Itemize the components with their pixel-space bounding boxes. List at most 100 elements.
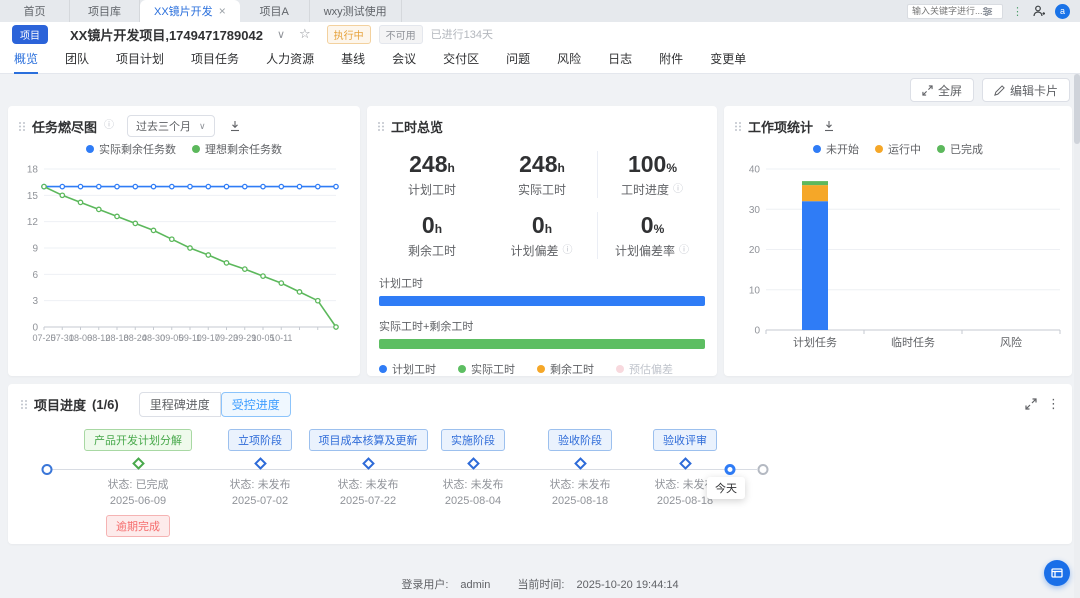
legend-label: 未开始 — [826, 144, 859, 156]
close-icon[interactable]: × — [219, 4, 226, 18]
toggle-controlled-progress[interactable]: 受控进度 — [220, 391, 291, 417]
chevron-down-icon[interactable]: ∨ — [277, 28, 285, 41]
stat-unit: h — [557, 161, 565, 175]
drag-handle-icon[interactable] — [18, 121, 26, 132]
floating-panel-button[interactable] — [1044, 560, 1070, 586]
milestone-name-badge[interactable]: 立项阶段 — [228, 429, 292, 451]
work-hours-title: 工时总览 — [391, 119, 444, 135]
tab-risks[interactable]: 风险 — [557, 46, 581, 74]
range-select[interactable]: 过去三个月 ∨ — [127, 115, 215, 137]
drag-handle-icon[interactable] — [734, 121, 742, 132]
milestone-status: 已完成 — [135, 479, 169, 491]
milestone-name-badge[interactable]: 产品开发计划分解 — [84, 429, 192, 451]
invite-user-icon[interactable] — [1032, 4, 1046, 18]
svg-text:10: 10 — [749, 285, 761, 296]
milestone-status-prefix: 状态: — [549, 479, 575, 491]
stat-label: 实际工时 — [517, 183, 566, 197]
app-tab-label: 项目A — [259, 6, 289, 18]
svg-text:30: 30 — [749, 205, 761, 216]
burndown-card: 任务燃尽图 ⓘ 过去三个月 ∨ 实际剩余任务数 理想剩余任务数 0 3 6 9 12 15… — [8, 106, 360, 376]
tab-project-tasks[interactable]: 项目任务 — [191, 46, 239, 74]
app-tab-project-library[interactable]: 项目库 — [70, 0, 140, 22]
legend-label: 实际工时 — [471, 364, 515, 376]
app-tab-bar: 首页 项目库 XX镜片开发 × 项目A wxy测试使用 ⋮ a — [0, 0, 1080, 22]
stat-value: 0 — [531, 212, 545, 238]
info-icon[interactable]: ⓘ — [678, 245, 690, 257]
tab-logs[interactable]: 日志 — [608, 46, 632, 74]
bar-actual-remaining-hours — [379, 339, 705, 349]
burndown-legend: 实际剩余任务数 理想剩余任务数 — [18, 141, 350, 157]
global-search[interactable] — [907, 3, 1003, 19]
stat-hours-progress: 100% 工时进度 ⓘ — [597, 151, 707, 198]
expand-icon[interactable] — [1025, 398, 1037, 410]
tab-issues[interactable]: 问题 — [506, 46, 530, 74]
app-tab-project-a[interactable]: 项目A — [240, 0, 310, 22]
tab-attachments[interactable]: 附件 — [659, 46, 683, 74]
search-input[interactable] — [912, 6, 982, 16]
more-menu-icon[interactable]: ⋮ — [1047, 396, 1060, 412]
fullscreen-button[interactable]: 全屏 — [909, 78, 974, 102]
milestone-status: 未发布 — [470, 479, 504, 491]
legend-label: 计划工时 — [392, 364, 436, 376]
milestone-diamond-icon[interactable] — [573, 457, 587, 470]
app-tab-label: 首页 — [23, 6, 46, 18]
star-icon[interactable]: ☆ — [299, 26, 311, 42]
tab-change-orders[interactable]: 变更单 — [710, 46, 746, 74]
svg-text:0: 0 — [32, 323, 38, 334]
info-icon[interactable]: ⓘ — [672, 184, 684, 196]
work-hours-card: 工时总览 248h 计划工时 248h 实际工时 100% 工时进度 ⓘ 0h 剩… — [367, 106, 717, 376]
user-avatar[interactable]: a — [1055, 3, 1070, 19]
svg-text:18: 18 — [27, 165, 39, 176]
app-tab-home[interactable]: 首页 — [0, 0, 70, 22]
app-tab-current-project[interactable]: XX镜片开发 × — [140, 0, 240, 22]
milestone-name-badge[interactable]: 实施阶段 — [441, 429, 505, 451]
stat-value: 248 — [519, 151, 558, 177]
project-header: 项目 XX镜片开发项目,1749471789042 ∨ ☆ 执行中 不可用 已进… — [0, 22, 1080, 46]
info-icon[interactable]: ⓘ — [103, 120, 115, 132]
legend-label: 剩余工时 — [550, 364, 594, 376]
scrollbar-thumb[interactable] — [1074, 74, 1080, 144]
edit-cards-button[interactable]: 编辑卡片 — [981, 78, 1070, 102]
info-icon[interactable]: ⓘ — [562, 245, 574, 257]
milestone-diamond-icon[interactable] — [131, 457, 145, 470]
stat-unit: h — [434, 222, 443, 236]
tab-human-resources[interactable]: 人力资源 — [266, 46, 314, 74]
milestone-name-badge[interactable]: 验收评审 — [653, 429, 717, 451]
svg-text:20: 20 — [749, 245, 761, 256]
work-hours-bars: 计划工时 实际工时+剩余工时 — [377, 275, 707, 349]
panel-icon — [1051, 568, 1063, 578]
bar-label-actual-remaining: 实际工时+剩余工时 — [379, 321, 474, 333]
fullscreen-icon — [922, 84, 933, 96]
drag-handle-icon[interactable] — [20, 399, 28, 410]
tab-project-plan[interactable]: 项目计划 — [116, 46, 164, 74]
stat-plan-deviation-rate: 0% 计划偏差率 ⓘ — [597, 212, 707, 259]
tab-team[interactable]: 团队 — [65, 46, 89, 74]
work-item-chart: 0 10 20 30 40 计划任务 临时任务 风险 — [749, 165, 1061, 349]
burndown-title: 任务燃尽图 — [32, 119, 98, 135]
scrollbar[interactable] — [1074, 74, 1080, 598]
tab-delivery[interactable]: 交付区 — [443, 46, 479, 74]
download-icon[interactable] — [823, 120, 835, 132]
milestone-date: 2025-08-04 — [444, 495, 502, 507]
toggle-milestone-progress[interactable]: 里程碑进度 — [138, 391, 221, 417]
drag-handle-icon[interactable] — [377, 121, 385, 132]
milestone-diamond-icon[interactable] — [361, 457, 375, 470]
milestone-diamond-icon[interactable] — [678, 457, 692, 470]
milestone-diamond-icon[interactable] — [253, 457, 267, 470]
milestone-name-badge[interactable]: 验收阶段 — [548, 429, 612, 451]
stat-unit: % — [666, 161, 678, 175]
tab-overview[interactable]: 概览 — [14, 46, 39, 74]
pencil-icon — [994, 84, 1005, 96]
work-hours-legend: 计划工时 实际工时 剩余工时 预估偏差 — [377, 361, 707, 376]
app-tab-label: wxy测试使用 — [323, 6, 387, 18]
more-menu-icon[interactable]: ⋮ — [1012, 5, 1023, 18]
milestone-diamond-icon[interactable] — [466, 457, 480, 470]
download-icon[interactable] — [229, 120, 241, 132]
filter-icon[interactable] — [982, 6, 993, 17]
legend-dot — [616, 365, 624, 373]
app-tab-wxy-test[interactable]: wxy测试使用 — [310, 0, 402, 22]
tab-baseline[interactable]: 基线 — [341, 46, 365, 74]
milestone-status: 未发布 — [365, 479, 399, 491]
stat-value: 100 — [627, 151, 667, 177]
tab-meetings[interactable]: 会议 — [392, 46, 416, 74]
